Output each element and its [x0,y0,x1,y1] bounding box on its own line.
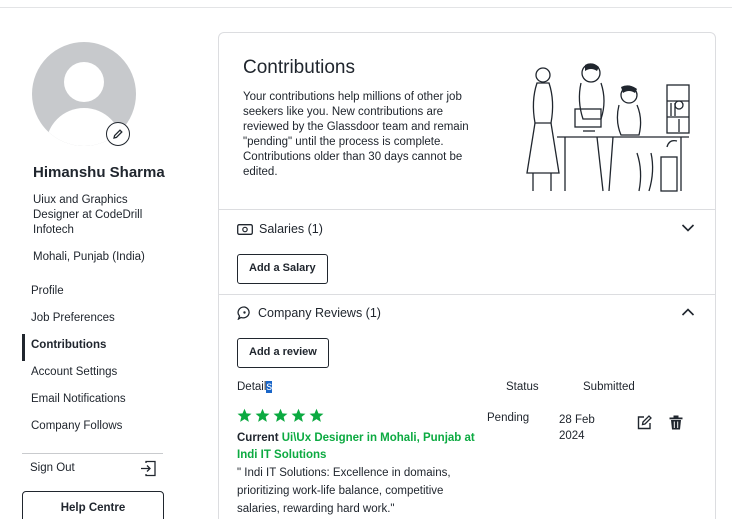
reviews-label: Company Reviews (1) [258,306,381,320]
review-role-link[interactable]: Ui\Ux Designer [282,432,364,444]
star-icon [255,408,270,422]
page-title: Contributions [243,57,355,78]
edit-icon[interactable] [637,415,652,430]
contributions-panel: Contributions Your contributions help mi… [218,32,716,519]
review-company-link[interactable]: Indi IT Solutions [237,449,326,461]
review-bubble-icon [237,306,250,320]
rating-stars [237,408,324,423]
column-header-status: Status [506,381,539,393]
review-headline: Current Ui\Ux Designer in Mohali, Punjab… [237,432,475,461]
salaries-section-header[interactable]: Salaries (1) [237,222,323,236]
team-illustration [526,63,690,192]
add-review-button[interactable]: Add a review [237,338,329,368]
money-icon [237,223,253,235]
salaries-label: Salaries (1) [259,222,323,236]
section-divider [219,209,715,210]
column-header-submitted: Submitted [583,381,635,393]
chevron-up-icon[interactable] [681,307,695,317]
sidebar-item-account-settings[interactable]: Account Settings [22,361,172,388]
contributions-description: Your contributions help millions of othe… [243,91,469,178]
profile-location: Mohali, Punjab (India) [33,251,145,263]
review-submitted-date: 28 Feb 2024 [559,414,595,442]
reviews-section-header[interactable]: Company Reviews (1) [237,306,381,320]
section-divider [219,294,715,295]
help-centre-button[interactable]: Help Centre [22,491,164,519]
review-status: Pending [487,412,530,424]
star-icon [237,408,252,422]
sidebar-item-company-follows[interactable]: Company Follows [22,415,172,442]
sign-out-link[interactable]: Sign Out [30,462,75,474]
edit-avatar-icon[interactable] [106,122,130,146]
add-salary-button[interactable]: Add a Salary [237,254,328,284]
column-header-details: Details [237,381,273,393]
sign-out-icon[interactable] [140,460,157,482]
sidebar-item-email-notifications[interactable]: Email Notifications [22,388,172,415]
sidebar-divider [22,453,163,454]
star-icon [291,408,306,422]
sidebar-item-job-preferences[interactable]: Job Preferences [22,307,172,334]
chevron-down-icon[interactable] [681,223,695,233]
delete-icon[interactable] [669,415,683,430]
review-text: " Indi IT Solutions: Excellence in domai… [237,467,451,515]
top-divider [0,7,732,8]
sidebar-item-contributions[interactable]: Contributions [22,334,172,361]
sidebar-nav: Profile Job Preferences Contributions Ac… [22,280,172,442]
star-icon [309,408,324,422]
star-icon [273,408,288,422]
sidebar-item-profile[interactable]: Profile [22,280,172,307]
profile-name: Himanshu Sharma [33,164,165,181]
profile-title: Uiux and Graphics Designer at CodeDrill … [33,194,143,236]
